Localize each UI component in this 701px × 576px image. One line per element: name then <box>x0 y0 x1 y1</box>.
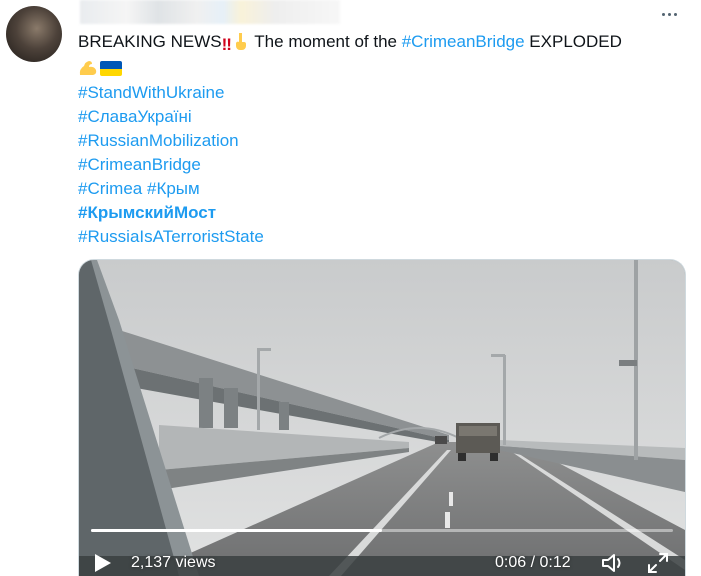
flexed-biceps-icon <box>79 61 97 75</box>
more-options-icon[interactable] <box>657 6 681 22</box>
emoji-line <box>78 57 678 81</box>
blurred-author-name <box>80 0 340 24</box>
video-time: 0:06 / 0:12 <box>495 554 571 571</box>
hashtag-crimea[interactable]: #Crimea <box>78 179 142 198</box>
double-exclamation-icon: ‼ <box>221 35 232 54</box>
video-player[interactable]: 2,137 views 0:06 / 0:12 <box>78 259 686 576</box>
fullscreen-icon[interactable] <box>647 552 669 574</box>
hashtag-krymsky-most[interactable]: #КрымскийМост <box>78 201 678 225</box>
headline-exploded: EXPLODED <box>529 32 622 51</box>
hashtag-russian-mobilization[interactable]: #RussianMobilization <box>78 129 678 153</box>
hashtag-line-crimea: #Crimea #Крым <box>78 177 678 201</box>
tweet-headline-line: BREAKING NEWS‼ The moment of the #Crimea… <box>78 30 678 57</box>
hashtag-slava-ukraini[interactable]: #СлаваУкраїні <box>78 105 678 129</box>
hashtag-stand-with-ukraine[interactable]: #StandWithUkraine <box>78 81 678 105</box>
volume-icon[interactable] <box>601 552 627 574</box>
headline-breaking: BREAKING NEWS <box>78 32 222 51</box>
hashtag-russia-terrorist-state[interactable]: #RussiaIsATerroristState <box>78 225 678 249</box>
video-progress-fill <box>91 529 382 532</box>
video-controls: 2,137 views 0:06 / 0:12 <box>79 544 685 576</box>
play-icon[interactable] <box>95 554 111 572</box>
pointing-down-hand-icon <box>235 33 246 50</box>
tweet-text: BREAKING NEWS‼ The moment of the #Crimea… <box>78 30 678 249</box>
video-progress-bar[interactable] <box>91 529 673 532</box>
ukraine-flag-icon <box>100 61 122 76</box>
hashtag-krym[interactable]: #Крым <box>147 179 200 198</box>
author-avatar[interactable] <box>6 6 62 62</box>
view-count: 2,137 views <box>131 554 216 571</box>
hashtag-crimean-bridge[interactable]: #CrimeanBridge <box>78 153 678 177</box>
headline-hashtag-crimean-bridge[interactable]: #CrimeanBridge <box>402 32 525 51</box>
headline-middle: The moment of the <box>254 32 397 51</box>
